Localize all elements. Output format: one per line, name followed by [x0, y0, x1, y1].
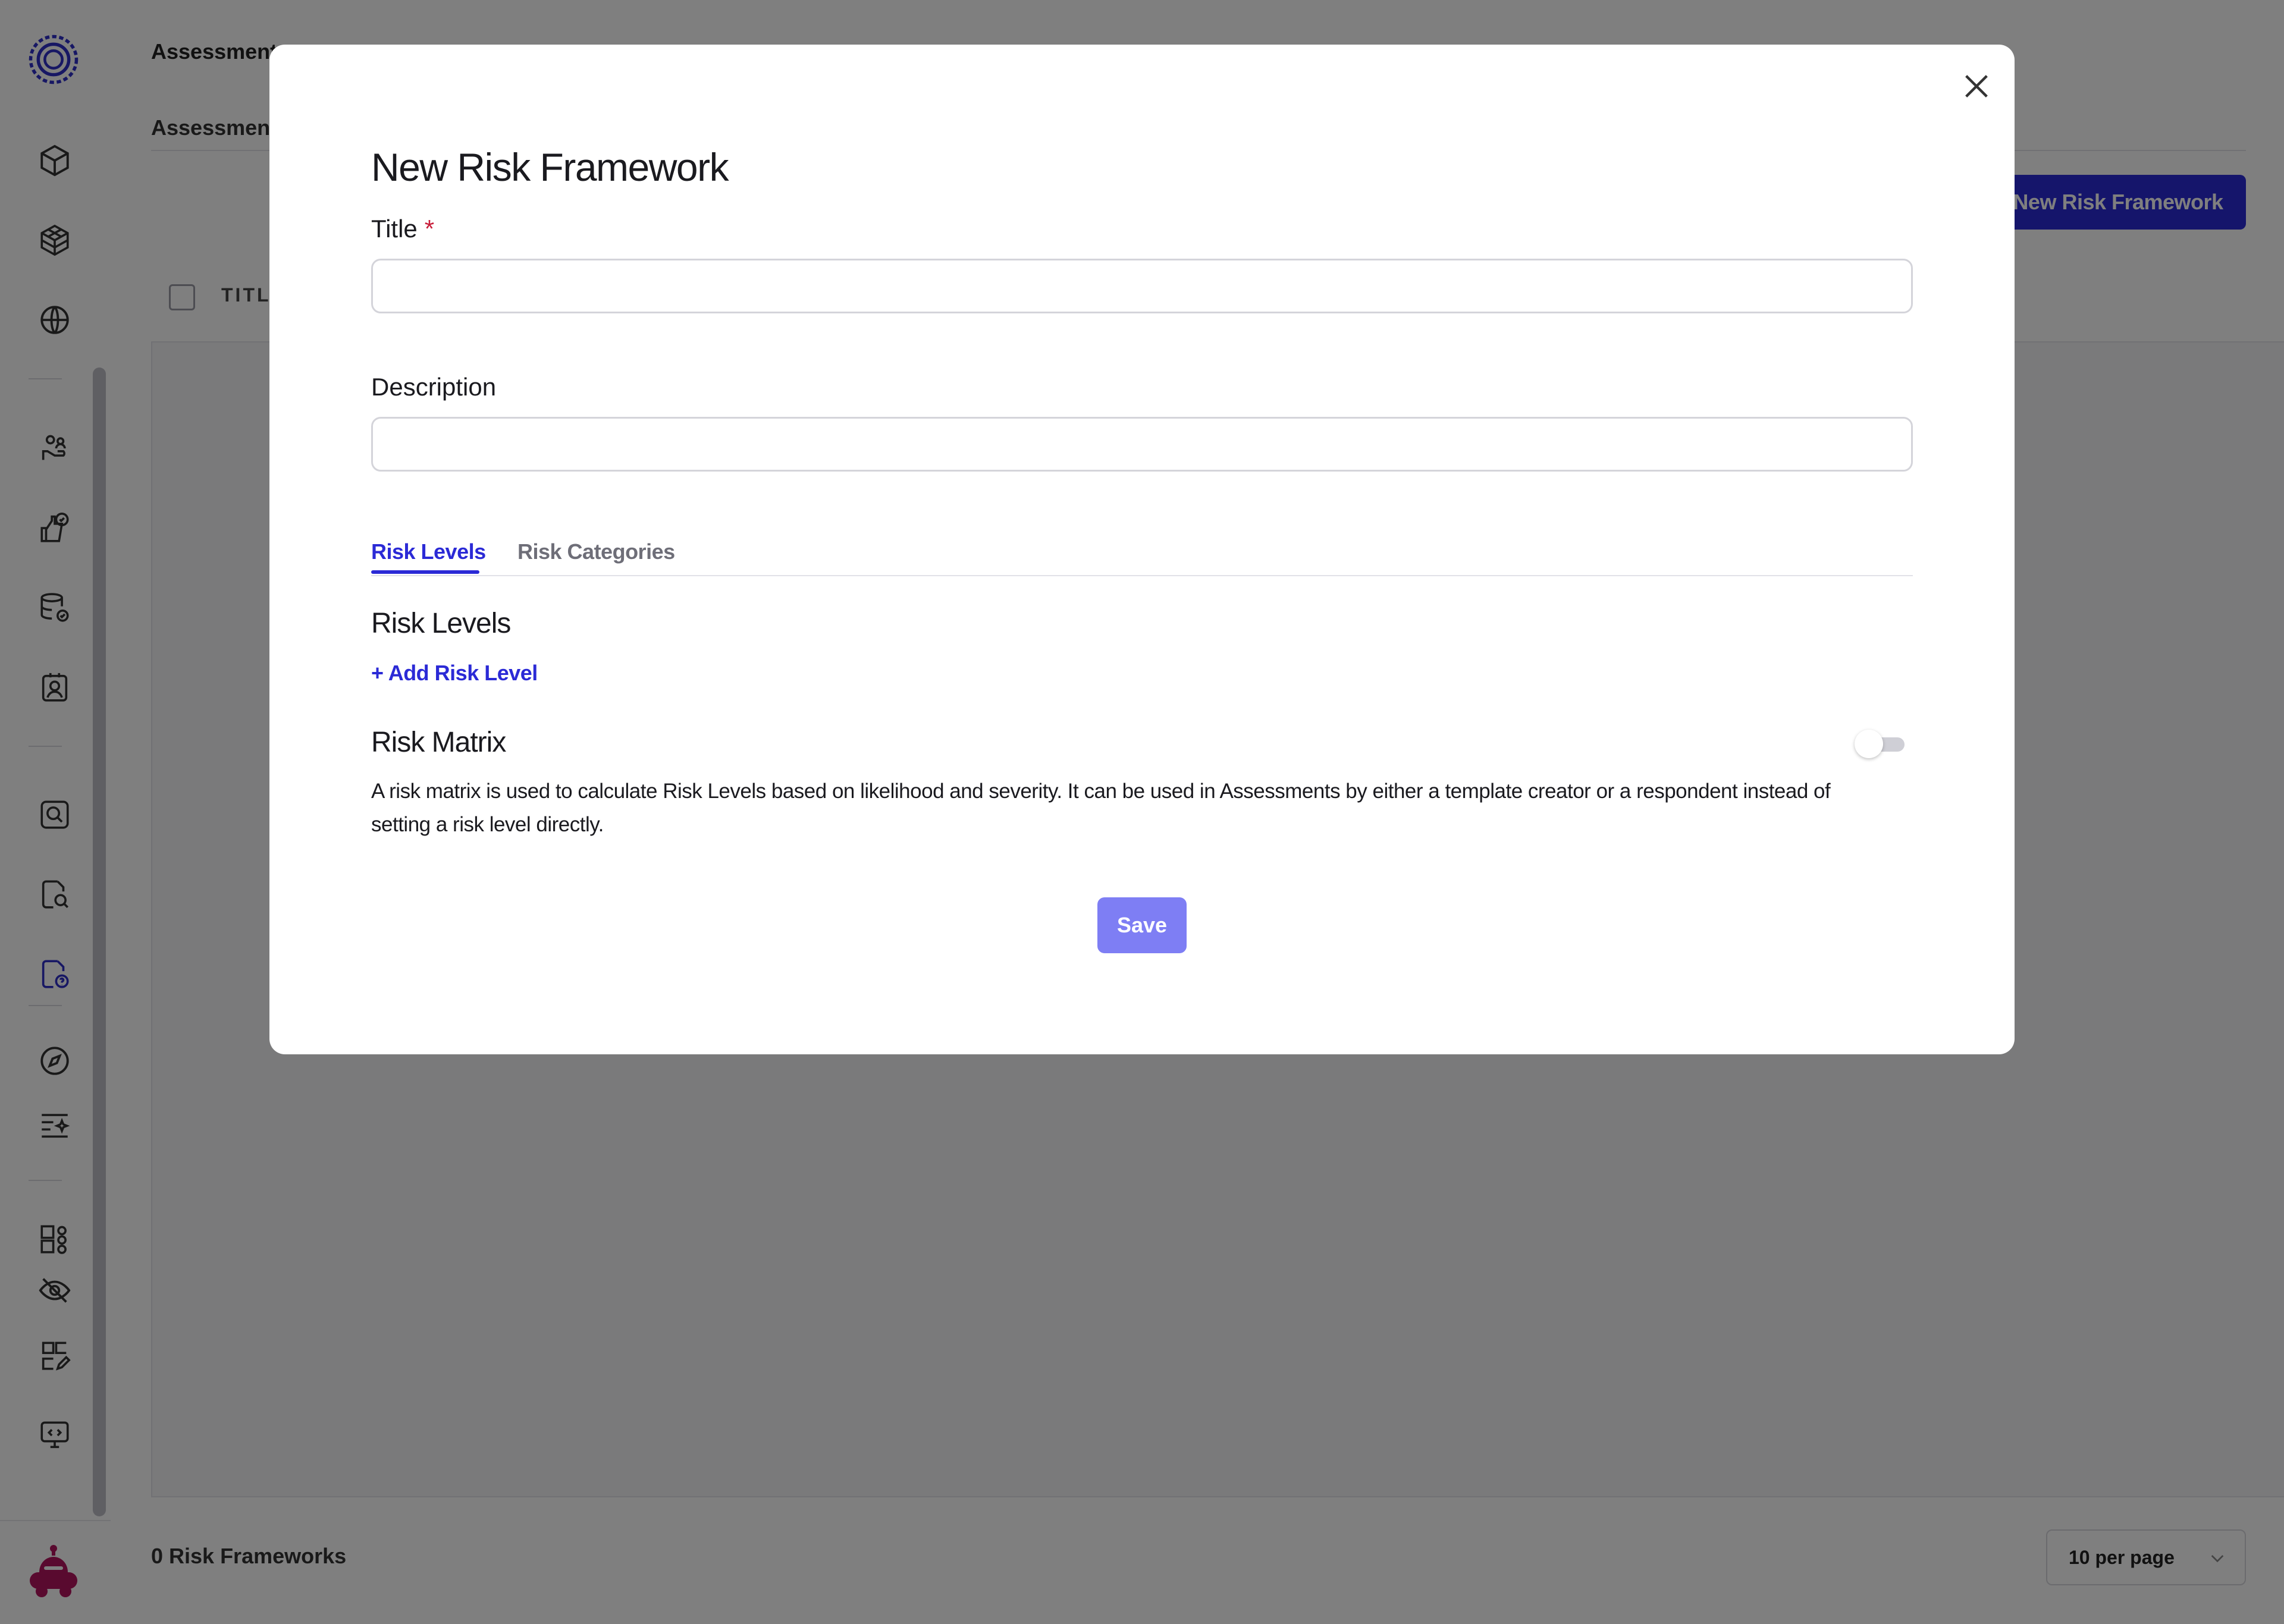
modal-tabs: Risk Levels Risk Categories: [371, 532, 1913, 576]
save-button[interactable]: Save: [1097, 897, 1187, 953]
title-label: Title *: [371, 215, 434, 243]
title-input[interactable]: [371, 259, 1913, 313]
risk-matrix-heading: Risk Matrix: [371, 727, 506, 758]
required-mark: *: [424, 215, 435, 243]
risk-matrix-toggle[interactable]: [1852, 730, 1909, 761]
risk-levels-heading: Risk Levels: [371, 608, 511, 639]
title-label-text: Title: [371, 215, 418, 243]
tab-risk-levels[interactable]: Risk Levels: [371, 539, 486, 564]
add-risk-level-link[interactable]: + Add Risk Level: [371, 661, 538, 686]
description-input[interactable]: [371, 417, 1913, 472]
active-tab-indicator: [371, 570, 479, 574]
description-label: Description: [371, 373, 497, 401]
toggle-knob: [1855, 730, 1883, 758]
new-risk-framework-modal: New Risk Framework Title * Description Ri…: [269, 45, 2015, 1054]
close-button[interactable]: [1959, 68, 1994, 104]
tab-risk-categories[interactable]: Risk Categories: [517, 539, 675, 564]
close-icon: [1965, 75, 1988, 98]
risk-matrix-description: A risk matrix is used to calculate Risk …: [371, 780, 1831, 836]
modal-title: New Risk Framework: [371, 145, 729, 189]
